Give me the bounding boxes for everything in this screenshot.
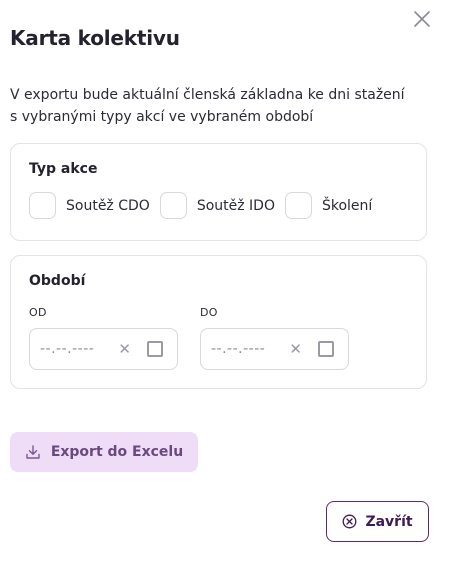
to-date-input[interactable]: --.--.---- ✕	[200, 328, 349, 370]
close-circle-icon	[342, 514, 357, 529]
from-date-label: OD	[29, 306, 47, 319]
calendar-icon[interactable]	[147, 341, 163, 357]
to-date-value: --.--.----	[211, 341, 266, 357]
to-date-label: DO	[200, 306, 218, 319]
action-type-options: Soutěž CDO Soutěž IDO Školení	[29, 192, 382, 219]
close-button[interactable]: Zavřít	[326, 501, 429, 542]
from-date-value: --.--.----	[40, 341, 95, 357]
checkbox-soutez-cdo[interactable]: Soutěž CDO	[29, 192, 150, 219]
download-icon	[26, 445, 40, 459]
close-dialog-button[interactable]	[410, 7, 434, 31]
close-icon	[414, 11, 430, 27]
period-card: Období OD --.--.---- ✕ DO --.--.---- ✕	[10, 255, 427, 389]
from-date-input[interactable]: --.--.---- ✕	[29, 328, 178, 370]
period-title: Období	[29, 273, 86, 289]
description-line-1: V exportu bude aktuální členská základna…	[10, 87, 405, 103]
checkbox-label: Školení	[321, 197, 373, 214]
checkbox-soutez-ido[interactable]: Soutěž IDO	[159, 192, 275, 219]
description-line-2: s vybranými typy akcí ve vybraném období	[10, 109, 314, 125]
checkbox-skoleni[interactable]: Školení	[284, 192, 373, 219]
checkbox-label: Soutěž IDO	[196, 197, 275, 214]
action-type-title: Typ akce	[29, 161, 98, 177]
checkbox[interactable]	[284, 192, 312, 219]
clear-icon[interactable]: ✕	[118, 340, 131, 358]
checkbox[interactable]	[159, 192, 187, 219]
action-type-card: Typ akce Soutěž CDO Soutěž IDO Školení	[10, 143, 427, 241]
export-excel-button[interactable]: Export do Excelu	[10, 432, 198, 472]
checkbox[interactable]	[29, 192, 56, 219]
calendar-icon[interactable]	[318, 341, 334, 357]
dialog-description: V exportu bude aktuální členská základna…	[10, 84, 430, 128]
close-button-label: Zavřít	[365, 513, 413, 530]
export-button-label: Export do Excelu	[50, 444, 184, 460]
dialog-title: Karta kolektivu	[10, 26, 180, 50]
clear-icon[interactable]: ✕	[289, 340, 302, 358]
checkbox-label: Soutěž CDO	[66, 197, 150, 214]
